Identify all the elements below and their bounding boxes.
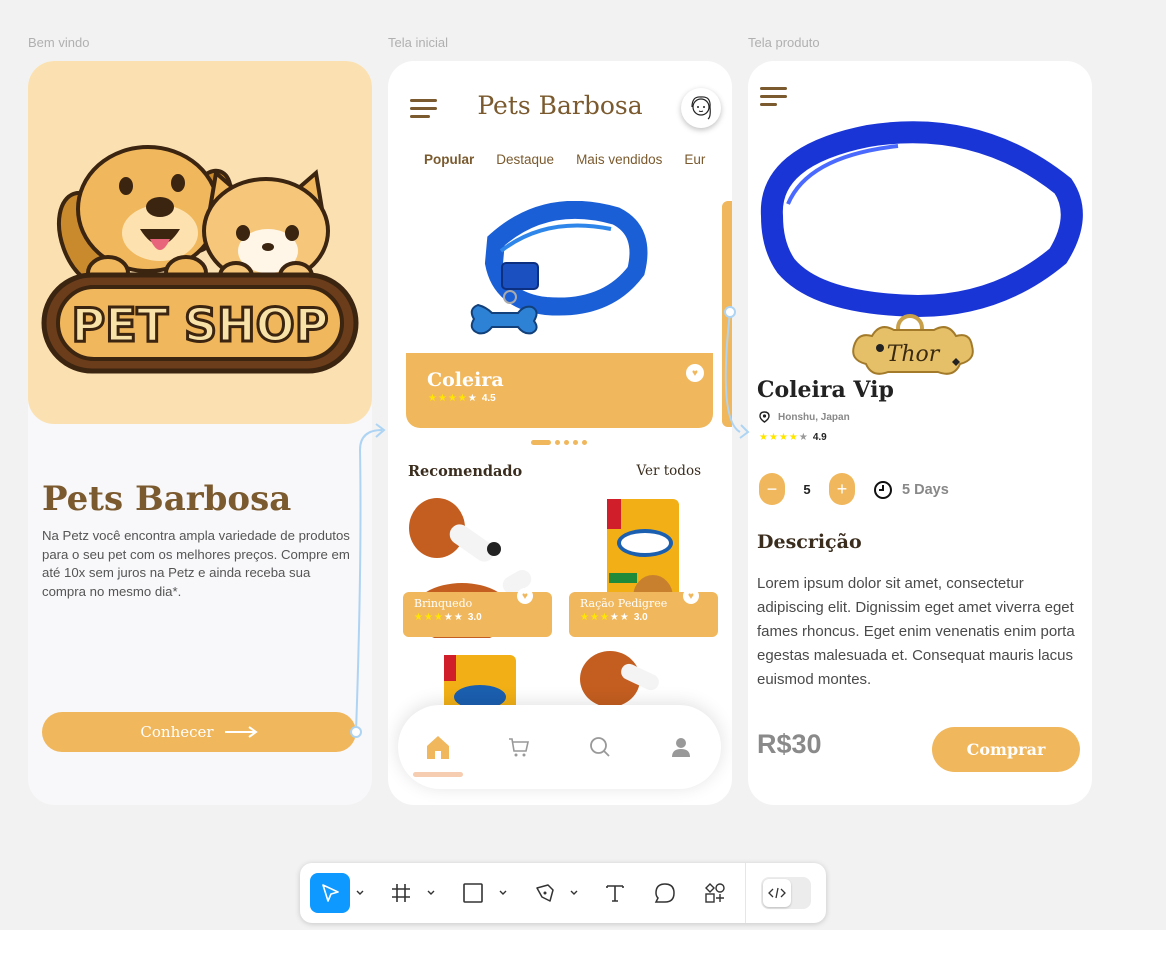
avatar-icon [691, 96, 711, 120]
bottom-navigation [398, 705, 721, 789]
quantity-stepper: − 5 + [759, 473, 855, 505]
tab-destaque[interactable]: Destaque [496, 152, 554, 167]
conhecer-label: Conhecer [140, 723, 214, 741]
tab-mais-vendidos[interactable]: Mais vendidos [576, 152, 662, 167]
heart-icon[interactable]: ♥ [683, 588, 699, 604]
nav-profile[interactable] [661, 727, 701, 767]
arrow-right-icon [224, 726, 258, 738]
featured-product-image[interactable] [406, 200, 713, 353]
conhecer-button[interactable]: Conhecer [42, 712, 356, 752]
see-all-link[interactable]: Ver todos [637, 463, 702, 480]
product-price: R$30 [757, 729, 822, 759]
increase-button[interactable]: + [829, 473, 855, 505]
buy-button[interactable]: Comprar [932, 727, 1080, 772]
recommended-2-rating: ★ ★ ★ ★ ★ 3.0 [580, 612, 648, 623]
product-rating: ★ ★ ★ ★ ★ 4.9 [759, 432, 827, 443]
assets-tool[interactable] [700, 873, 730, 913]
location-text: Honshu, Japan [778, 411, 850, 423]
chevron-down-icon[interactable] [569, 888, 579, 898]
featured-product-card[interactable]: Coleira ★ ★ ★ ★ ★ 4.5 ♥ [406, 353, 713, 428]
recommended-title: Recomendado [408, 463, 523, 480]
chevron-down-icon[interactable] [498, 888, 508, 898]
carousel-indicator [531, 440, 587, 445]
recommended-1-rating: ★ ★ ★ ★ ★ 3.0 [414, 612, 482, 623]
delivery-time: 5 Days [873, 480, 949, 500]
recommended-card-2[interactable]: Ração Pedigree ★ ★ ★ ★ ★ 3.0 ♥ [569, 588, 718, 637]
recommended-1-name: Brinquedo [414, 597, 473, 610]
chevron-down-icon[interactable] [426, 888, 436, 898]
frame-label-product[interactable]: Tela produto [748, 35, 820, 50]
product-location: Honshu, Japan [759, 411, 850, 423]
dev-mode-knob [763, 879, 791, 907]
chicken-toy-image-2 [580, 651, 659, 707]
home-icon [427, 736, 450, 759]
recommended-card-1[interactable]: Brinquedo ★ ★ ★ ★ ★ 3.0 ♥ [403, 588, 552, 637]
tab-eur[interactable]: Eur [684, 152, 705, 167]
recommended-header: Recomendado Ver todos [408, 463, 701, 480]
category-tabs: Popular Destaque Mais vendidos Eur [424, 152, 714, 167]
user-icon [671, 738, 690, 757]
delivery-text: 5 Days [902, 482, 949, 498]
rectangle-icon [463, 883, 483, 903]
pet-shop-logo: PET SHOP [41, 145, 359, 374]
heart-icon[interactable]: ♥ [686, 364, 704, 382]
location-pin-icon [759, 411, 770, 423]
tab-popular[interactable]: Popular [424, 152, 474, 167]
frame-icon [392, 884, 410, 902]
move-tool[interactable] [310, 873, 350, 913]
pedigree-bag-image-2 [444, 655, 516, 713]
featured-product-name: Coleira [427, 369, 504, 391]
assets-icon [705, 883, 725, 903]
avatar[interactable] [681, 88, 721, 128]
recommended-2-name: Ração Pedigree [580, 597, 668, 610]
nav-cart[interactable] [499, 727, 539, 767]
text-icon [606, 885, 624, 902]
collar-vip-image: Thor [760, 121, 1083, 375]
frame-tool[interactable] [386, 873, 416, 913]
pen-tool[interactable] [530, 873, 560, 913]
clock-icon [874, 481, 892, 499]
design-canvas[interactable]: Bem vindo Tela inicial Tela produto PET … [0, 0, 1166, 930]
dev-mode-toggle[interactable] [761, 877, 811, 909]
nav-search[interactable] [580, 727, 620, 767]
menu-icon[interactable] [760, 87, 787, 107]
welcome-description: Na Petz você encontra ampla variedade de… [42, 528, 350, 599]
frame-label-home[interactable]: Tela inicial [388, 35, 448, 50]
toolbar-divider [745, 863, 746, 923]
recommended-2-rating-value: 3.0 [633, 612, 648, 623]
product-rating-value: 4.9 [812, 432, 827, 443]
design-toolbar [300, 863, 826, 923]
comment-icon [654, 883, 675, 903]
product-name: Coleira Vip [757, 377, 894, 403]
cart-icon [509, 738, 530, 757]
description-title: Descrição [757, 531, 862, 553]
app-title: Pets Barbosa [42, 479, 292, 519]
welcome-screen[interactable]: PET SHOP Pets Barbosa Na Petz você encon… [28, 61, 372, 805]
code-icon [768, 887, 786, 899]
nav-home[interactable] [413, 727, 464, 777]
decrease-button[interactable]: − [759, 473, 785, 505]
hero-banner: PET SHOP [28, 61, 372, 424]
bottom-blank-area [0, 930, 1166, 971]
product-screen[interactable]: Thor Coleira Vip Honshu, Japan ★ ★ ★ ★ ★ 4.9… [748, 61, 1092, 805]
quantity-value[interactable]: 5 [785, 473, 829, 505]
recommended-1-rating-value: 3.0 [467, 612, 482, 623]
frame-label-welcome[interactable]: Bem vindo [28, 35, 89, 50]
heart-icon[interactable]: ♥ [517, 588, 533, 604]
text-tool[interactable] [600, 873, 630, 913]
blue-collar-image [470, 200, 648, 335]
shape-tool[interactable] [458, 873, 488, 913]
comment-tool[interactable] [650, 873, 680, 913]
next-card-peek [722, 201, 732, 427]
collar-tag-text: Thor [887, 342, 941, 367]
search-icon [589, 737, 610, 757]
cursor-icon [322, 884, 339, 902]
featured-rating: ★ ★ ★ ★ ★ 4.5 [428, 393, 496, 404]
description-text: Lorem ipsum dolor sit amet, consectetur … [757, 575, 1075, 688]
chevron-down-icon[interactable] [355, 888, 365, 898]
pen-icon [536, 884, 554, 902]
logo-text: PET SHOP [72, 298, 329, 352]
home-screen[interactable]: Pets Barbosa Popular Destaque Mais vendi… [388, 61, 732, 805]
featured-rating-value: 4.5 [481, 393, 496, 404]
